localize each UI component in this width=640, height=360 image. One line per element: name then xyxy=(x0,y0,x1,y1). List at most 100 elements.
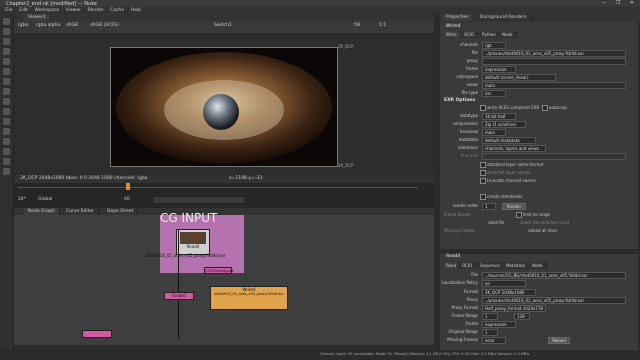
dot-node[interactable] xyxy=(82,330,112,338)
autocrop-checkbox[interactable] xyxy=(542,105,548,111)
menu-cache[interactable]: Cache xyxy=(110,7,124,14)
prop-colorspace: colorspace default (scene_linear) xyxy=(440,74,638,81)
viewer-controls: rgba rgba.alpha sRGB sRGB (ACES) Switch1… xyxy=(14,21,434,33)
reload-button[interactable]: Reload xyxy=(548,337,570,344)
nuke-x-icon[interactable] xyxy=(3,168,10,175)
write-node-file: shot0010_01_aces_v05_proxy.%04d.exr xyxy=(214,292,284,296)
3d-nodes-icon[interactable] xyxy=(3,108,10,115)
tab-read-node[interactable]: Node xyxy=(528,262,548,269)
menu-render[interactable]: Render xyxy=(88,7,104,14)
window-controls[interactable]: — ❐ ✕ xyxy=(601,0,638,6)
fps-field[interactable]: 24* xyxy=(18,197,26,202)
tab-curve-editor[interactable]: Curve Editor xyxy=(62,208,100,215)
format-label-bottom: 2K_DCP xyxy=(338,163,354,168)
prop-first-part: first part xyxy=(440,153,638,160)
node-graph[interactable]: CG INPUT Read4 shot0010_01_aces_v05_prox… xyxy=(14,211,434,345)
tab-properties[interactable]: Properties xyxy=(442,14,474,21)
aces-compliant-checkbox[interactable] xyxy=(480,105,486,111)
write-node[interactable]: Write4 shot0010_01_aces_v05_proxy.%04d.e… xyxy=(210,286,288,310)
range-mode[interactable]: Global xyxy=(38,197,52,202)
zoom-dropdown[interactable]: 1:1 xyxy=(379,23,386,28)
furnace-icon[interactable] xyxy=(3,158,10,165)
menu-viewer[interactable]: Viewer xyxy=(66,7,81,14)
read-properties-panel: Read4 Read OCIO Sequence Metadata Node F… xyxy=(440,254,638,350)
pipe-main xyxy=(178,229,179,339)
read-node[interactable]: Read4 xyxy=(176,229,210,255)
image-nodes-icon[interactable] xyxy=(3,18,10,25)
read-prop-frame: Frame expression xyxy=(440,321,638,328)
prop-interleave: interleave channels, layers and views xyxy=(440,145,638,152)
tab-dope-sheet[interactable]: Dope Sheet xyxy=(103,208,139,215)
channel-nodes-icon[interactable] xyxy=(3,48,10,55)
timeline-track xyxy=(18,187,418,188)
menu-edit[interactable]: Edit xyxy=(19,7,28,14)
missing-frames-label: Missing Frames xyxy=(444,228,475,233)
colorspace-node[interactable]: OCIOColorSpace xyxy=(204,267,234,274)
prop-metadata: metadata default metadata xyxy=(440,137,638,144)
title-bar: Chapter2_end.nk [modified] — Nuke — ❐ ✕ xyxy=(0,0,640,7)
menu-help[interactable]: Help xyxy=(131,7,141,14)
channel-dropdown[interactable]: rgba.alpha xyxy=(36,23,60,28)
frame-range-label: Frame Range xyxy=(444,212,471,217)
filter-nodes-icon[interactable] xyxy=(3,68,10,75)
read-file-label[interactable]: read file xyxy=(488,220,504,225)
tab-metadata[interactable]: Metadata xyxy=(502,262,530,269)
standard-layer-checkbox[interactable] xyxy=(480,162,486,168)
read-node-file: shot0010_01_aces_v05_proxy.%04d.exr xyxy=(146,253,226,258)
check-file-label[interactable]: check file matches input xyxy=(520,220,569,225)
display-dropdown[interactable]: sRGB (ACES) xyxy=(90,23,119,28)
wipe-dropdown[interactable]: Switch1 xyxy=(214,23,232,28)
views-nodes-icon[interactable] xyxy=(3,118,10,125)
prop-render-order: render order 1 xyxy=(440,203,638,210)
truncate-names-label: truncate channel names xyxy=(487,178,536,183)
timeline[interactable]: 24* Global 40 xyxy=(14,183,434,208)
tab-node[interactable]: Node xyxy=(498,31,518,38)
read-node-name[interactable]: Read4 xyxy=(446,254,460,259)
draw-nodes-icon[interactable] xyxy=(3,28,10,35)
channels-dropdown[interactable]: rgba xyxy=(18,23,28,28)
create-dirs-checkbox[interactable] xyxy=(480,194,486,200)
metadata-nodes-icon[interactable] xyxy=(3,128,10,135)
color-nodes-icon[interactable] xyxy=(3,58,10,65)
grade-node[interactable]: Grade1 xyxy=(164,292,194,300)
render-button[interactable]: Render xyxy=(502,203,526,210)
standard-layer-label: standard layer name format xyxy=(487,162,544,167)
tab-node-graph[interactable]: Node Graph xyxy=(24,208,60,215)
merge-nodes-icon[interactable] xyxy=(3,88,10,95)
limit-range-checkbox[interactable] xyxy=(516,212,522,218)
tab-background-renders[interactable]: Background Renders xyxy=(476,14,532,21)
time-nodes-icon[interactable] xyxy=(3,38,10,45)
write-node-name[interactable]: Write4 xyxy=(446,24,461,29)
playback-controls[interactable] xyxy=(154,197,244,203)
properties-tab-bar: Properties Background Renders xyxy=(440,14,640,22)
tab-sequence[interactable]: Sequence xyxy=(476,262,505,269)
tab-write[interactable]: Write xyxy=(442,31,462,38)
backdrop-label: CG INPUT xyxy=(160,211,218,225)
menu-workspace[interactable]: Workspace xyxy=(34,7,59,14)
tab-ocio[interactable]: OCIO xyxy=(460,31,480,38)
read-prop-format: Format 2K_DCP 2048x1080 xyxy=(440,289,638,296)
full-layer-names-label: write full layer names xyxy=(487,170,531,175)
prop-file-type: file type exr xyxy=(440,90,638,97)
menu-file[interactable]: File xyxy=(5,7,13,14)
tab-viewer1[interactable]: Viewer1 xyxy=(24,14,52,21)
node-toolbar xyxy=(0,14,14,350)
keyer-nodes-icon[interactable] xyxy=(3,78,10,85)
prop-heroview: heroview main xyxy=(440,129,638,136)
other-nodes-icon[interactable] xyxy=(3,148,10,155)
colorspace-dropdown[interactable]: sRGB xyxy=(66,23,78,28)
nodegraph-tab-bar: Node Graph Curve Editor Dope Sheet xyxy=(14,208,434,215)
transform-nodes-icon[interactable] xyxy=(3,98,10,105)
toolsets-icon[interactable] xyxy=(3,138,10,145)
prop-channels: channels rgb xyxy=(440,42,638,49)
current-frame[interactable]: 40 xyxy=(124,197,130,202)
taskbar: Channel Count: 55 Localization Mode: On … xyxy=(0,350,640,360)
truncate-names-checkbox[interactable] xyxy=(480,178,486,184)
gain-field[interactable]: f/8 xyxy=(354,23,360,28)
full-layer-names-checkbox[interactable] xyxy=(480,170,486,176)
limit-range-label: limit to range xyxy=(523,212,550,217)
write-properties-panel: Write4 Write OCIO Python Node channels r… xyxy=(440,22,638,249)
tab-read-ocio[interactable]: OCIO xyxy=(458,262,478,269)
playhead[interactable] xyxy=(126,183,130,190)
reload-all-label[interactable]: reload all lines xyxy=(528,228,557,233)
